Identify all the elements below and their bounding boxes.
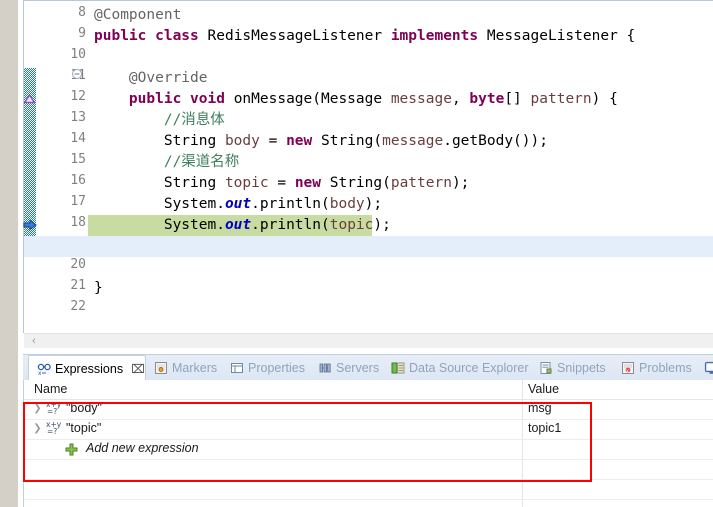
expressions-column-header: Name Value [24, 380, 713, 400]
view-tab-strip[interactable]: x= Expressions ⌧ Markers Properties Servers Da… [23, 354, 713, 381]
close-icon[interactable]: ⌧ [131, 362, 145, 376]
data-source-explorer-icon [391, 361, 405, 375]
scroll-left-arrow-icon[interactable]: ‹ [28, 335, 40, 348]
line-number: 16 [70, 173, 86, 188]
code-line[interactable]: @Component [88, 5, 713, 26]
expression-name[interactable]: "body" [66, 401, 102, 415]
console-icon [704, 361, 713, 375]
eclipse-ide-window: 8910111213141516171819202122 @Componentp… [0, 0, 713, 507]
expressions-view[interactable]: Name Value ❯ x+y =? "body" msg ❯ x+y =? "topic" t… [23, 380, 713, 507]
line-number: 21 [70, 278, 86, 293]
line-number: 20 [70, 257, 86, 272]
code-line[interactable]: @Override [88, 68, 713, 89]
override-indicator-icon[interactable] [23, 93, 37, 111]
tab-console[interactable] [696, 355, 713, 381]
code-line[interactable]: //渠道名称 [88, 152, 713, 173]
tab-data-source-explorer[interactable]: Data Source Explorer [383, 355, 531, 381]
snippets-icon [539, 361, 553, 375]
code-line[interactable]: System.out.println(body); [88, 194, 713, 215]
column-header-name[interactable]: Name [34, 382, 67, 396]
code-line[interactable]: String topic = new String(pattern); [88, 173, 713, 194]
table-row[interactable]: ❯ x+y =? "topic" topic1 [24, 419, 713, 440]
svg-text:x: x [626, 368, 629, 374]
editor-gutter[interactable]: 8910111213141516171819202122 [23, 1, 86, 332]
add-new-expression-row[interactable]: Add new expression [24, 439, 713, 460]
properties-icon [230, 361, 244, 375]
svg-text:x=: x= [38, 370, 47, 376]
line-number: 9 [78, 26, 86, 41]
code-line[interactable]: //消息体 [88, 110, 713, 131]
current-line-highlight [24, 236, 713, 257]
tab-servers[interactable]: Servers [310, 355, 383, 381]
editor-code-area[interactable]: @Component public class RedisMessageListe… [88, 1, 713, 333]
chevron-right-icon[interactable]: ❯ [32, 423, 43, 434]
java-code-editor[interactable]: 8910111213141516171819202122 @Componentp… [23, 0, 713, 333]
expression-xy-icon: x+y =? [46, 420, 62, 437]
line-number: 10 [70, 47, 86, 62]
tab-properties[interactable]: Properties [222, 355, 310, 381]
chevron-right-icon[interactable]: ❯ [32, 403, 43, 414]
tab-label: Problems [639, 361, 692, 375]
editor-horizontal-scrollbar[interactable]: ‹ [24, 333, 713, 349]
expression-name[interactable]: "topic" [66, 421, 101, 435]
table-row-empty [24, 459, 713, 480]
expression-icon-bottom: =? [47, 427, 58, 436]
problems-icon: x [621, 361, 635, 375]
tab-problems[interactable]: x Problems [613, 355, 696, 381]
expression-value[interactable]: msg [528, 401, 552, 415]
code-line[interactable]: System.out.println(topic); [88, 215, 713, 236]
code-line[interactable] [88, 47, 713, 68]
tab-label: Data Source Explorer [409, 361, 529, 375]
tab-label: Servers [336, 361, 380, 375]
servers-icon [318, 361, 332, 375]
code-line[interactable]: public void onMessage(Message message, b… [88, 89, 713, 110]
markers-icon [154, 361, 168, 375]
fold-collapse-icon[interactable] [71, 68, 85, 86]
tab-label: Expressions [55, 361, 124, 376]
line-number: 18 [70, 215, 86, 230]
code-line[interactable] [88, 299, 713, 320]
line-number: 22 [70, 299, 86, 314]
plus-icon[interactable] [65, 443, 78, 456]
tab-label: Snippets [557, 361, 606, 375]
column-header-value[interactable]: Value [528, 382, 559, 396]
code-line[interactable]: public class RedisMessageListener implem… [88, 26, 713, 47]
line-number: 12 [70, 89, 86, 104]
expressions-icon: x= [37, 362, 51, 377]
line-number: 8 [78, 5, 86, 20]
instruction-pointer-icon [23, 219, 37, 237]
line-number: 17 [70, 194, 86, 209]
code-line[interactable] [88, 257, 713, 278]
tab-label: Properties [248, 361, 305, 375]
expression-value[interactable]: topic1 [528, 421, 561, 435]
table-row[interactable]: ❯ x+y =? "body" msg [24, 399, 713, 420]
expression-xy-icon: x+y =? [46, 400, 62, 417]
tab-markers[interactable]: Markers [146, 355, 222, 381]
line-number: 13 [70, 110, 86, 125]
line-number: 15 [70, 152, 86, 167]
code-line[interactable]: String body = new String(message.getBody… [88, 131, 713, 152]
expression-icon-bottom: =? [47, 407, 58, 416]
tab-expressions[interactable]: x= Expressions ⌧ [28, 355, 146, 381]
add-new-expression-label[interactable]: Add new expression [86, 441, 199, 455]
tab-snippets[interactable]: Snippets [531, 355, 613, 381]
window-left-margin [0, 0, 18, 507]
tab-label: Markers [172, 361, 218, 375]
line-number: 14 [70, 131, 86, 146]
code-line[interactable]: } [88, 278, 713, 299]
table-row-empty [24, 479, 713, 500]
